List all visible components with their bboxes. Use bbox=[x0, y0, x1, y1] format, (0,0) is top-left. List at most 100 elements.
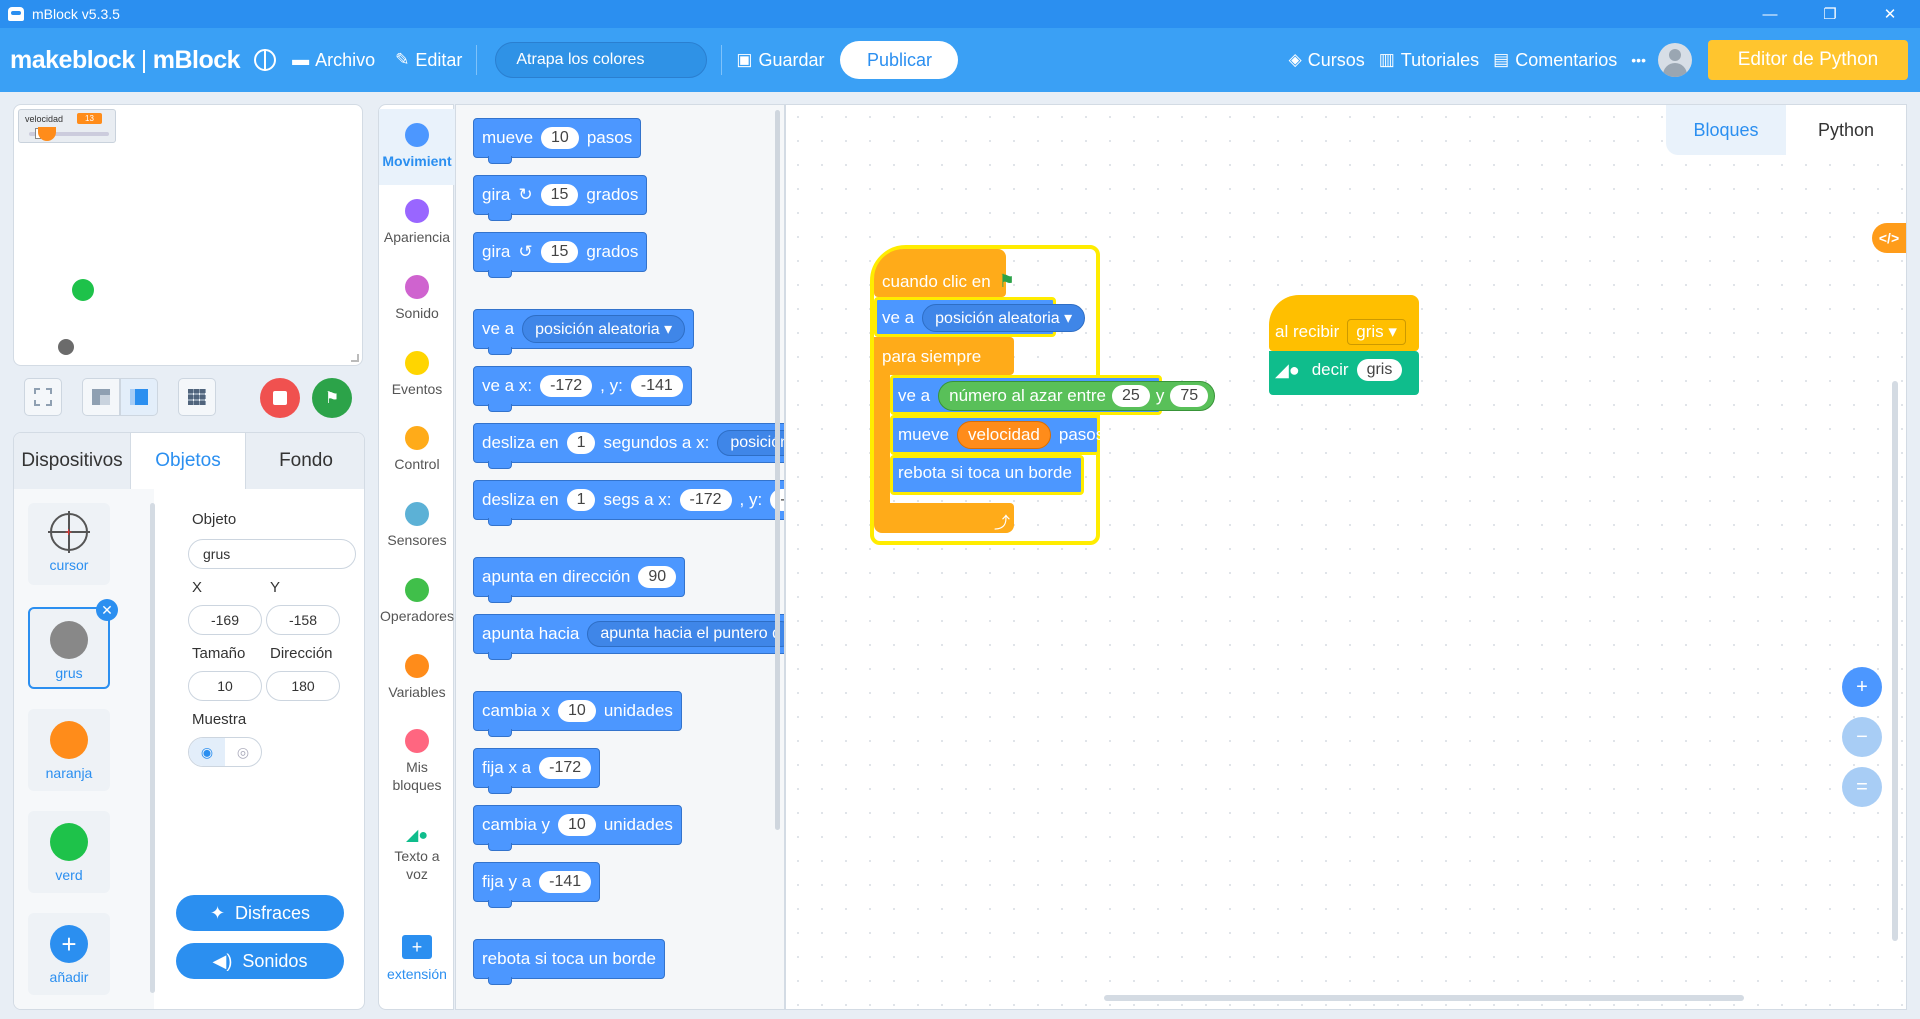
minimize-button[interactable]: — bbox=[1740, 0, 1800, 28]
comentarios-link[interactable]: ▤ Comentarios bbox=[1493, 50, 1617, 71]
block-input[interactable]: 1 bbox=[566, 432, 596, 454]
show-eye-icon[interactable]: ◉ bbox=[189, 738, 225, 766]
tab-dispositivos[interactable]: Dispositivos bbox=[14, 433, 130, 489]
block-input[interactable]: 15 bbox=[540, 241, 579, 263]
sonidos-button[interactable]: ◀) Sonidos bbox=[176, 943, 344, 979]
sprite-item-cursor[interactable]: + cursor bbox=[28, 503, 110, 585]
block-input[interactable]: 15 bbox=[540, 184, 579, 206]
palette-scrollbar[interactable] bbox=[775, 110, 780, 830]
block-fija-y[interactable]: fija y a -141 bbox=[473, 862, 601, 908]
category-eventos[interactable]: Eventos bbox=[379, 351, 455, 398]
y-input[interactable]: -158 bbox=[266, 605, 340, 635]
block-gira-derecha[interactable]: gira ↻ 15 grados bbox=[473, 175, 648, 221]
delete-sprite-button[interactable]: ✕ bbox=[96, 599, 118, 621]
code-horizontal-scrollbar[interactable] bbox=[1104, 995, 1744, 1001]
block-fija-x[interactable]: fija x a -172 bbox=[473, 748, 601, 794]
block-input[interactable]: 25 bbox=[1112, 385, 1150, 407]
more-menu[interactable]: ••• bbox=[1631, 52, 1646, 68]
block-apunta-direccion[interactable]: apunta en dirección 90 bbox=[473, 557, 686, 603]
block-desliza-posicion[interactable]: desliza en 1 segundos a x: posición bbox=[473, 423, 784, 469]
category-sensores[interactable]: Sensores bbox=[379, 502, 455, 549]
sprite-item-naranja[interactable]: naranja bbox=[28, 709, 110, 791]
maximize-button[interactable]: ❐ bbox=[1800, 0, 1860, 28]
block-dropdown[interactable]: posición aleatoria ▾ bbox=[522, 315, 686, 343]
green-flag-button[interactable]: ⚑ bbox=[312, 378, 352, 418]
block-rebota[interactable]: rebota si toca un borde bbox=[473, 939, 665, 985]
direction-input[interactable]: 180 bbox=[266, 671, 340, 701]
code-view-icon[interactable]: </> bbox=[1872, 223, 1906, 253]
zoom-in-button[interactable]: + bbox=[1842, 667, 1882, 707]
random-reporter[interactable]: número al azar entre 25 y 75 bbox=[938, 381, 1216, 411]
extension-button[interactable]: + extensión bbox=[379, 935, 455, 983]
block-dropdown[interactable]: apunta hacia el puntero d bbox=[587, 621, 784, 647]
block-mueve-pasos[interactable]: mueve 10 pasos bbox=[473, 118, 642, 164]
block-ve-a[interactable]: ve a posición aleatoria ▾ bbox=[473, 309, 695, 355]
add-sprite-button[interactable]: + añadir bbox=[28, 913, 110, 995]
sprite-verd-on-stage[interactable] bbox=[72, 279, 94, 301]
sprite-grus-on-stage[interactable] bbox=[58, 339, 74, 355]
project-name-field[interactable]: Atrapa los colores bbox=[495, 42, 708, 78]
block-apunta-hacia[interactable]: apunta hacia apunta hacia el puntero d bbox=[473, 614, 784, 660]
script-when-receive[interactable]: al recibir gris ▾ ◢● decir gris bbox=[1269, 295, 1419, 395]
block-dropdown[interactable]: gris ▾ bbox=[1347, 319, 1406, 345]
disfraces-button[interactable]: ✦ Disfraces bbox=[176, 895, 344, 931]
stop-button[interactable] bbox=[260, 378, 300, 418]
category-mis-bloques[interactable]: Mis bloques bbox=[379, 729, 455, 794]
block-cambia-y[interactable]: cambia y 10 unidades bbox=[473, 805, 682, 851]
tab-bloques[interactable]: Bloques bbox=[1666, 105, 1786, 155]
sprite-item-grus[interactable]: grus ✕ bbox=[28, 599, 118, 689]
block-input[interactable]: -172 bbox=[540, 375, 593, 397]
sprite-list-scrollbar[interactable] bbox=[150, 503, 155, 993]
resize-handle[interactable] bbox=[351, 354, 359, 362]
category-texto-a-voz[interactable]: ◢● Texto a voz bbox=[379, 827, 455, 883]
stage[interactable]: velocidad 13 bbox=[13, 104, 363, 366]
publicar-button[interactable]: Publicar bbox=[840, 41, 959, 79]
block-input[interactable]: 10 bbox=[558, 700, 596, 722]
category-apariencia[interactable]: Apariencia bbox=[379, 199, 455, 246]
avatar[interactable] bbox=[1658, 43, 1692, 77]
tab-objetos[interactable]: Objetos bbox=[130, 433, 246, 489]
script-when-flag[interactable]: cuando clic en ⚑ ve a posición aleatoria… bbox=[874, 249, 1216, 539]
tutoriales-link[interactable]: ▥ Tutoriales bbox=[1379, 50, 1479, 71]
zoom-reset-button[interactable]: = bbox=[1842, 767, 1882, 807]
close-window-button[interactable]: ✕ bbox=[1860, 0, 1920, 28]
block-gira-izquierda[interactable]: gira ↺ 15 grados bbox=[473, 232, 648, 278]
block-input[interactable]: -172 bbox=[539, 757, 592, 779]
sprite-name-input[interactable]: grus bbox=[188, 539, 356, 569]
block-cambia-x[interactable]: cambia x 10 unidades bbox=[473, 691, 682, 737]
size-input[interactable]: 10 bbox=[188, 671, 262, 701]
category-movimiento[interactable]: Movimient bbox=[379, 109, 455, 185]
block-input[interactable]: -141 bbox=[630, 375, 683, 397]
hide-eye-icon[interactable]: ◎ bbox=[225, 738, 261, 766]
block-input[interactable]: -141 bbox=[539, 871, 592, 893]
block-input[interactable]: gris bbox=[1356, 359, 1403, 381]
block-input[interactable]: 90 bbox=[638, 566, 677, 588]
normal-stage-button[interactable] bbox=[120, 378, 158, 416]
variable-reporter[interactable]: velocidad bbox=[957, 421, 1051, 449]
code-vertical-scrollbar[interactable] bbox=[1892, 381, 1898, 941]
block-desliza-xy[interactable]: desliza en1segs a x:-172, y:-1 bbox=[473, 480, 784, 526]
block-ve-a-xy[interactable]: ve a x: -172 , y: -141 bbox=[473, 366, 692, 412]
globe-icon[interactable] bbox=[254, 49, 277, 71]
x-input[interactable]: -169 bbox=[188, 605, 262, 635]
guardar-button[interactable]: ▣ Guardar bbox=[736, 50, 824, 71]
block-input[interactable]: 75 bbox=[1170, 385, 1209, 407]
block-input[interactable]: -172 bbox=[679, 489, 732, 511]
grid-button[interactable] bbox=[178, 378, 216, 416]
category-operadores[interactable]: Operadores bbox=[379, 578, 455, 625]
sprite-item-verd[interactable]: verd bbox=[28, 811, 110, 893]
category-control[interactable]: Control bbox=[379, 426, 455, 473]
fullscreen-button[interactable] bbox=[24, 378, 62, 416]
editar-menu[interactable]: ✎ Editar bbox=[395, 50, 462, 71]
category-sonido[interactable]: Sonido bbox=[379, 275, 455, 322]
zoom-out-button[interactable]: − bbox=[1842, 717, 1882, 757]
cursos-link[interactable]: ◈ Cursos bbox=[1289, 50, 1365, 71]
category-variables[interactable]: Variables bbox=[379, 654, 455, 701]
block-input[interactable]: 10 bbox=[541, 127, 579, 149]
tab-python[interactable]: Python bbox=[1786, 105, 1906, 155]
block-input[interactable]: 10 bbox=[558, 814, 596, 836]
block-input[interactable]: 1 bbox=[566, 489, 596, 511]
python-editor-button[interactable]: Editor de Python bbox=[1708, 40, 1908, 80]
block-dropdown[interactable]: posición aleatoria ▾ bbox=[922, 304, 1086, 332]
code-area[interactable]: Bloques Python </> cuando clic en ⚑ ve a… bbox=[785, 104, 1907, 1010]
